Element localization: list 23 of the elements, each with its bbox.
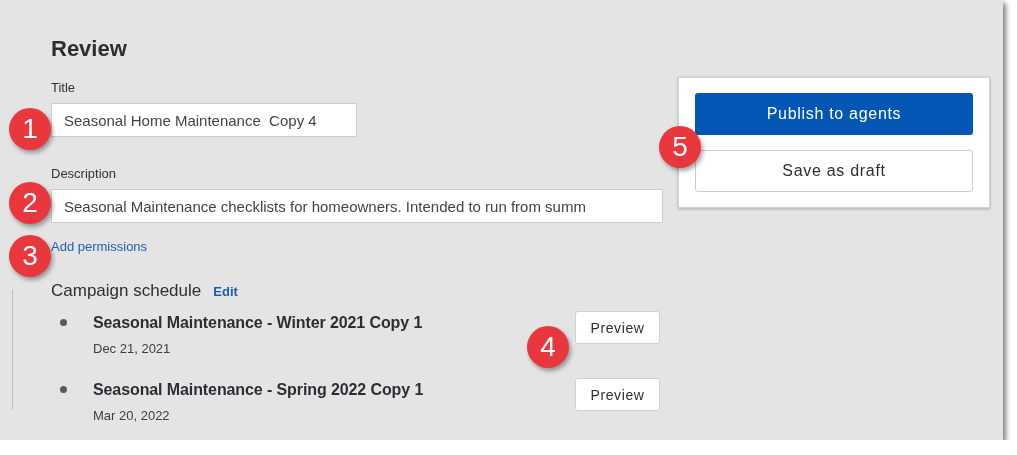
callout-badge: 3 (9, 235, 51, 277)
preview-button[interactable]: Preview (575, 311, 660, 344)
timeline-dot (60, 386, 67, 393)
campaign-date: Dec 21, 2021 (93, 341, 171, 356)
callout-badge: 5 (659, 126, 701, 168)
description-input[interactable]: Seasonal Maintenance checklists for homeowners. Intended to run from summ (51, 189, 663, 223)
campaign-date: Mar 20, 2022 (93, 408, 170, 423)
page-title: Review (51, 36, 128, 62)
edit-link[interactable]: Edit (213, 284, 238, 299)
field-label: Description (51, 166, 117, 181)
publish-button[interactable]: Publish to agents (695, 93, 973, 135)
timeline-dot (60, 319, 67, 326)
preview-button[interactable]: Preview (575, 378, 660, 411)
callout-badge: 1 (9, 108, 51, 150)
add-permissions-link[interactable]: Add permissions (51, 239, 148, 254)
callout-badge: 4 (527, 326, 569, 368)
campaign-name: Seasonal Maintenance - Spring 2022 Copy 1 (93, 381, 425, 399)
callout-badge: 2 (9, 182, 51, 224)
title-input[interactable]: Seasonal Home Maintenance Copy 4 (51, 103, 357, 137)
save-draft-button[interactable]: Save as draft (695, 150, 973, 192)
section-title: Campaign schedule (51, 281, 202, 301)
campaign-name: Seasonal Maintenance - Winter 2021 Copy 1 (93, 314, 424, 332)
field-label: Title (51, 80, 76, 95)
